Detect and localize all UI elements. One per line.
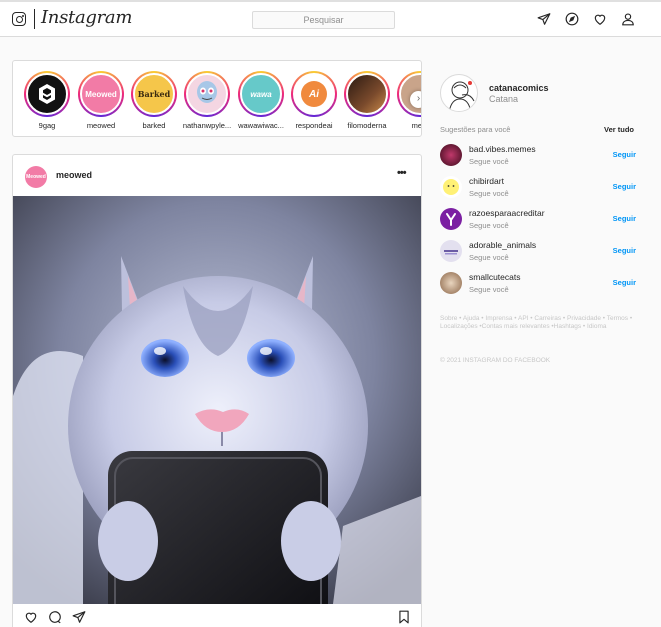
suggestion-subtitle: Segue você — [469, 253, 509, 262]
direct-message-icon[interactable] — [537, 12, 551, 26]
story-avatar: wawa — [240, 73, 282, 115]
story-item[interactable]: filomoderna — [340, 71, 394, 130]
current-user-username[interactable]: catanacomics — [489, 83, 549, 93]
story-avatar-mark: Ai — [301, 81, 327, 107]
suggestion-row: smallcutecats Segue você Seguir — [440, 272, 636, 296]
story-item[interactable]: wawa wawawiwac... — [234, 71, 288, 130]
story-item[interactable]: 9gag — [20, 71, 74, 130]
suggestion-avatar[interactable] — [440, 176, 462, 198]
story-ring: Meowed — [78, 71, 124, 117]
more-options-icon[interactable]: ••• — [397, 167, 407, 179]
story-avatar — [26, 73, 68, 115]
story-ring: Ai — [291, 71, 337, 117]
story-avatar: Ai — [293, 73, 335, 115]
suggestion-subtitle: Segue você — [469, 189, 509, 198]
story-item[interactable]: Ai respondeai — [287, 71, 341, 130]
post-image-cat[interactable] — [13, 196, 421, 604]
suggestion-subtitle: Segue você — [469, 221, 509, 230]
suggestions-title: Sugestões para você — [440, 125, 511, 134]
current-user-avatar[interactable] — [440, 74, 478, 112]
follow-button[interactable]: Seguir — [613, 278, 636, 287]
suggestion-avatar[interactable] — [440, 144, 462, 166]
story-avatar: Meowed — [80, 73, 122, 115]
profile-user-icon[interactable] — [621, 12, 635, 26]
suggestion-username[interactable]: smallcutecats — [469, 272, 521, 282]
follow-button[interactable]: Seguir — [613, 182, 636, 191]
story-username: wawawiwac... — [238, 121, 284, 130]
suggestion-avatar[interactable] — [440, 208, 462, 230]
story-username: nathanwpyle... — [182, 121, 232, 130]
suggestion-username[interactable]: chibirdart — [469, 176, 504, 186]
logo-divider — [34, 9, 35, 29]
story-username: 9gag — [38, 121, 56, 130]
story-username: respondeai — [295, 121, 333, 130]
suggestion-row: razoesparaacreditar Segue você Seguir — [440, 208, 636, 232]
story-username: filomoderna — [347, 121, 387, 130]
story-username: mem — [411, 121, 422, 130]
current-user-fullname: Catana — [489, 94, 519, 104]
story-username: barked — [142, 121, 166, 130]
explore-compass-icon[interactable] — [565, 12, 579, 26]
footer-links[interactable]: Sobre • Ajuda • Imprensa • API • Carreir… — [440, 315, 640, 331]
suggestion-row: chibirdart Segue você Seguir — [440, 176, 636, 200]
suggestion-subtitle: Segue você — [469, 157, 509, 166]
story-ring — [184, 71, 230, 117]
stories-next-arrow-icon[interactable]: › — [410, 91, 421, 108]
story-avatar: Barked — [133, 73, 175, 115]
instagram-camera-icon[interactable] — [12, 12, 26, 26]
copyright-text: © 2021 INSTAGRAM DO FACEBOOK — [440, 357, 551, 364]
suggestion-avatar[interactable] — [440, 272, 462, 294]
suggestion-row: bad.vibes.memes Segue você Seguir — [440, 144, 636, 168]
story-ring — [344, 71, 390, 117]
story-avatar — [346, 73, 388, 115]
suggestion-row: adorable_animals Segue você Seguir — [440, 240, 636, 264]
story-item[interactable]: Barked barked — [127, 71, 181, 130]
post-actions-bar — [13, 610, 421, 627]
suggestion-subtitle: Segue você — [469, 285, 509, 294]
suggestion-avatar[interactable] — [440, 240, 462, 262]
search-input[interactable]: Pesquisar — [252, 11, 395, 29]
story-item[interactable]: nathanwpyle... — [180, 71, 234, 130]
post-author-avatar[interactable]: Meowed — [25, 166, 47, 188]
comment-bubble-icon[interactable] — [48, 610, 62, 624]
story-avatar — [186, 73, 228, 115]
story-item[interactable]: Meowed meowed — [74, 71, 128, 130]
see-all-link[interactable]: Ver tudo — [604, 125, 634, 134]
follow-button[interactable]: Seguir — [613, 214, 636, 223]
follow-button[interactable]: Seguir — [613, 150, 636, 159]
suggestion-username[interactable]: bad.vibes.memes — [469, 144, 536, 154]
feed-post: Meowed meowed ••• — [12, 154, 422, 627]
story-ring — [24, 71, 70, 117]
save-bookmark-icon[interactable] — [397, 610, 411, 624]
activity-heart-icon[interactable] — [593, 12, 607, 26]
story-ring: wawa — [238, 71, 284, 117]
post-author-username[interactable]: meowed — [56, 170, 92, 180]
story-username: meowed — [86, 121, 116, 130]
story-ring: Barked — [131, 71, 177, 117]
stories-tray: 9gag Meowed meowed Barked barked nathanw… — [12, 60, 422, 137]
share-send-icon[interactable] — [72, 610, 86, 624]
follow-button[interactable]: Seguir — [613, 246, 636, 255]
top-header: Instagram Pesquisar — [0, 2, 661, 37]
like-heart-icon[interactable] — [24, 610, 38, 624]
instagram-logo[interactable]: Instagram — [41, 7, 132, 28]
suggestion-username[interactable]: razoesparaacreditar — [469, 208, 545, 218]
suggestion-username[interactable]: adorable_animals — [469, 240, 536, 250]
